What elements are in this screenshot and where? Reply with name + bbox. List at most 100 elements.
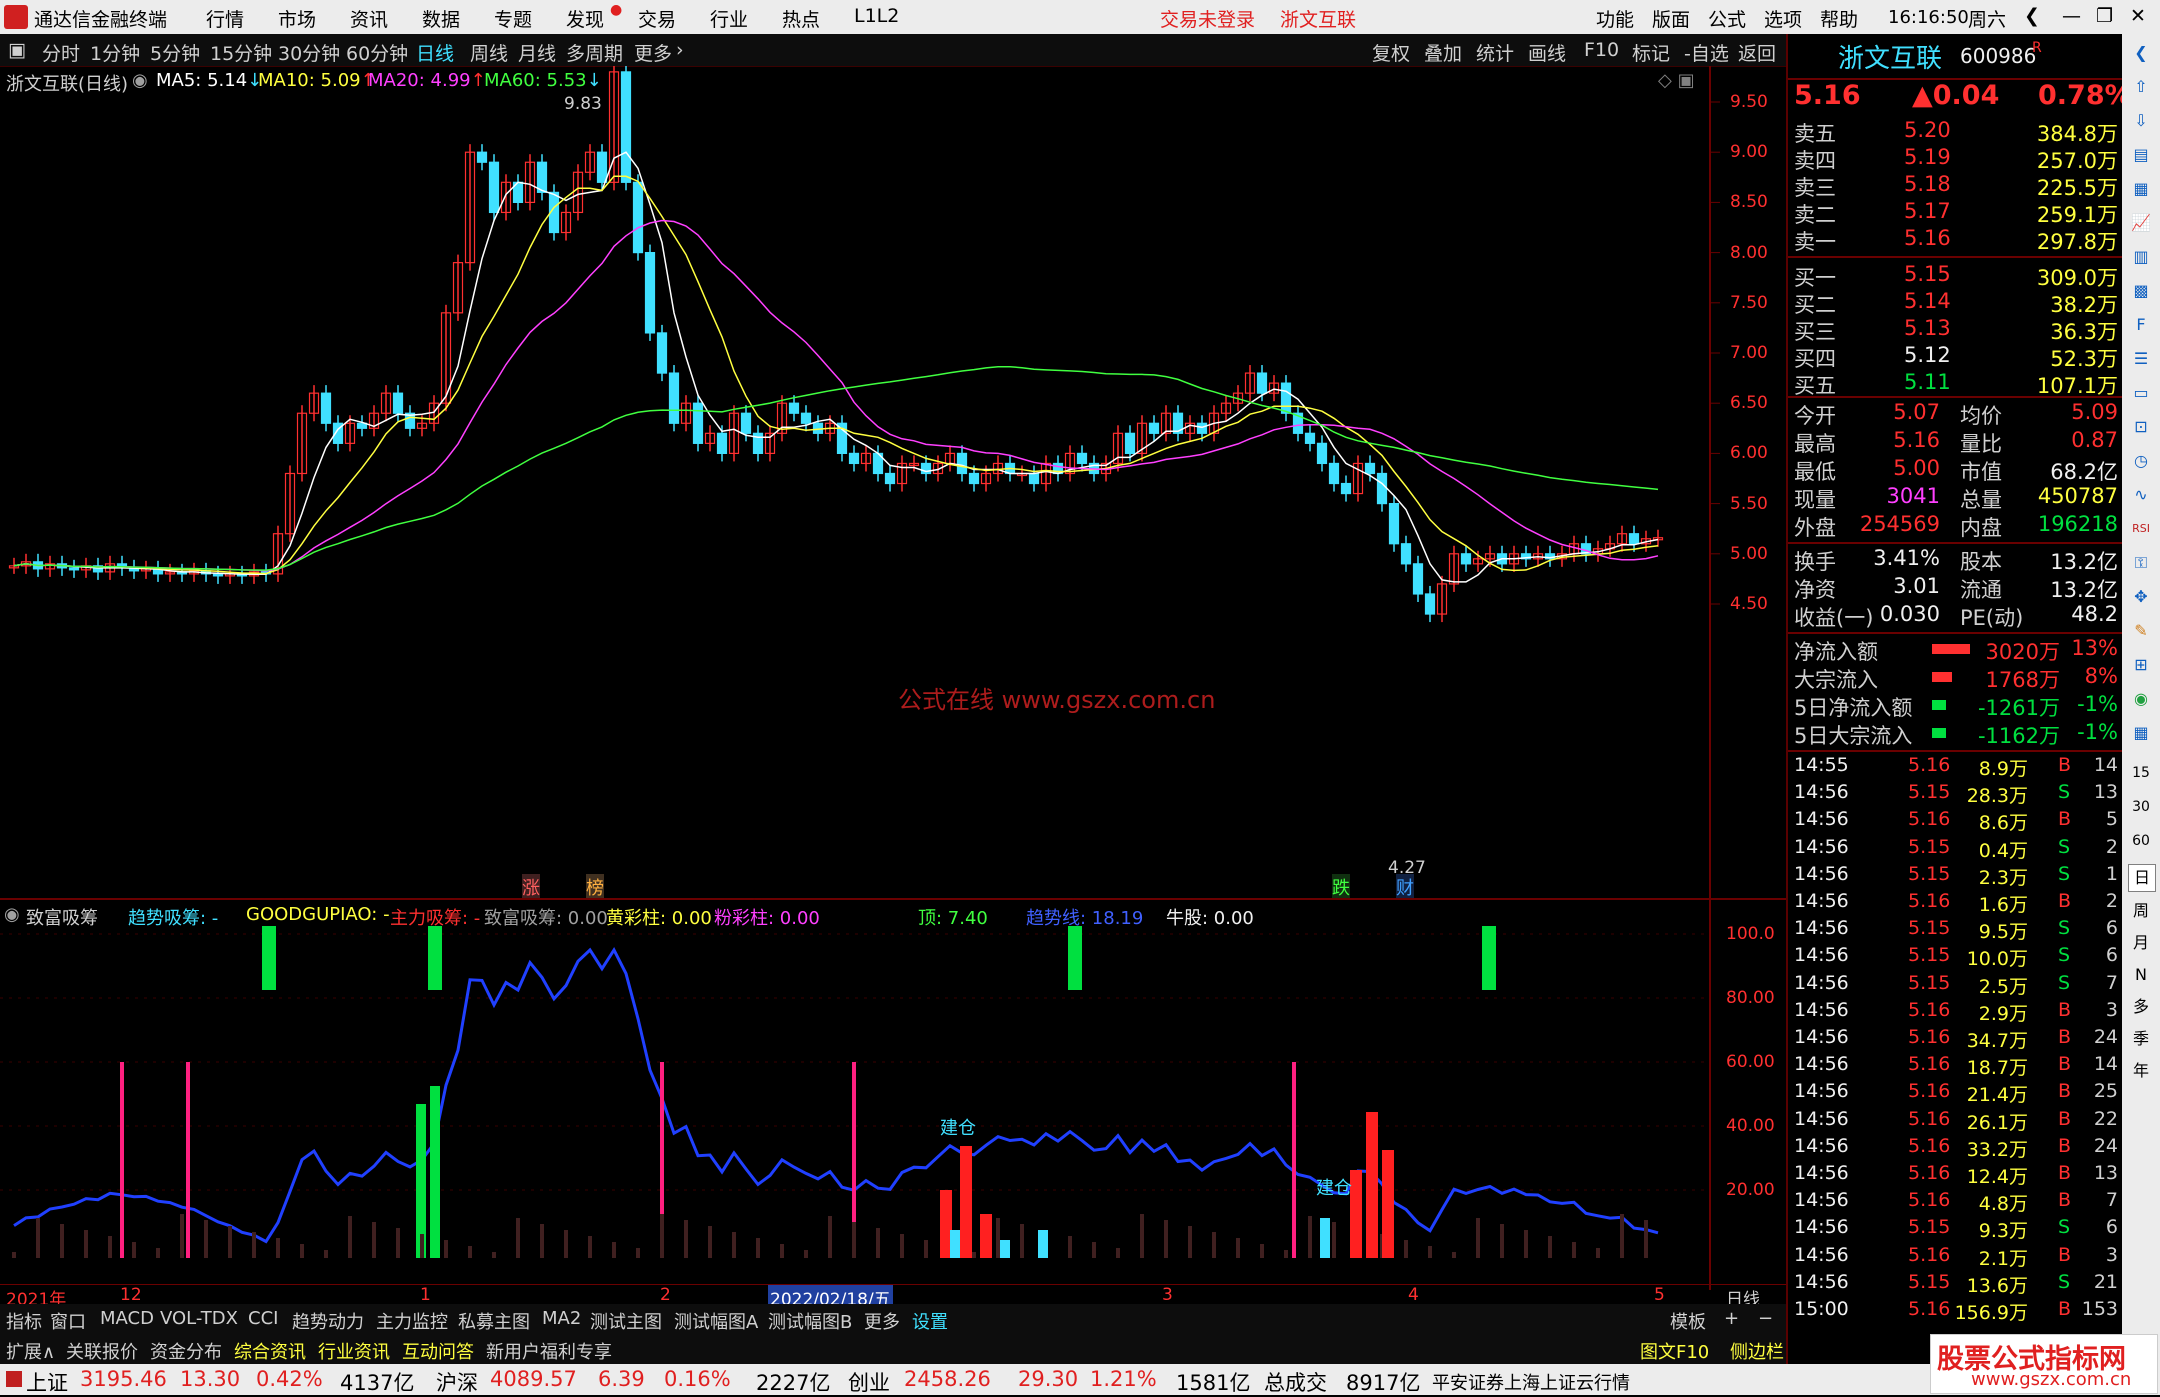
green-icon[interactable]: ◉ xyxy=(2128,686,2154,712)
template-button[interactable]: 模板 xyxy=(1670,1308,1706,1334)
tab-window[interactable]: 窗口 xyxy=(50,1308,86,1334)
ask-row[interactable]: 卖三 5.18 225.5万 xyxy=(1794,172,2118,200)
restore-icon[interactable]: ❐ xyxy=(2096,5,2113,27)
grid-icon[interactable]: ▩ xyxy=(2128,278,2154,304)
menu-topic[interactable]: 专题 xyxy=(494,5,532,32)
menu-hot[interactable]: 热点 xyxy=(782,5,820,32)
btn-f10[interactable]: F10 xyxy=(1584,39,1619,61)
tab-trend-power[interactable]: 趋势动力 xyxy=(292,1308,364,1334)
chart-options-icon[interactable]: ◇ ▣ xyxy=(1658,70,1695,91)
period-15[interactable]: 15 xyxy=(2128,760,2154,786)
btn-draw[interactable]: 画线 xyxy=(1528,39,1566,66)
idx-cy-name[interactable]: 创业 xyxy=(848,1367,890,1397)
idx-sh-name[interactable]: 上证 xyxy=(26,1367,68,1397)
indicator-chart[interactable] xyxy=(0,900,1786,1290)
arrow-down-icon[interactable]: ⇩ xyxy=(2128,108,2154,134)
ext-fund-distribution[interactable]: 资金分布 xyxy=(150,1338,222,1364)
event-tag-board[interactable]: 榜 xyxy=(586,874,604,900)
tab-indicator[interactable]: 指标 xyxy=(6,1308,42,1334)
arrow-up-icon[interactable]: ⇧ xyxy=(2128,74,2154,100)
ma-settings-icon[interactable]: ◉ xyxy=(132,70,148,91)
fund-icon[interactable]: ⊡ xyxy=(2128,414,2154,440)
ext-f10-graphic[interactable]: 图文F10 xyxy=(1640,1338,1709,1364)
more-chevron-icon[interactable]: › xyxy=(676,39,684,61)
tab-vol-tdx[interactable]: VOL-TDX xyxy=(160,1308,238,1329)
period-week[interactable]: 周线 xyxy=(470,39,508,66)
period-60[interactable]: 60 xyxy=(2128,828,2154,854)
period-1min[interactable]: 1分钟 xyxy=(90,39,140,66)
menu-news[interactable]: 资讯 xyxy=(350,5,388,32)
period-60min[interactable]: 60分钟 xyxy=(346,39,408,66)
period-multi[interactable]: 多周期 xyxy=(566,39,623,66)
add-pane-button[interactable]: + xyxy=(1724,1308,1739,1329)
bid-row[interactable]: 买四 5.12 52.3万 xyxy=(1794,343,2118,371)
bid-row[interactable]: 买一 5.15 309.0万 xyxy=(1794,262,2118,290)
menu-trade[interactable]: 交易 xyxy=(638,5,676,32)
sidebar-toggle-icon[interactable]: ▣ xyxy=(8,39,26,61)
pen-icon[interactable]: ✎ xyxy=(2128,618,2154,644)
candle-icon[interactable]: ▥ xyxy=(2128,244,2154,270)
tab-main-monitor[interactable]: 主力监控 xyxy=(376,1308,448,1334)
btn-restore-rights[interactable]: 复权 xyxy=(1372,39,1410,66)
period-intraday[interactable]: 分时 xyxy=(42,39,80,66)
stats-icon[interactable]: ⊞ xyxy=(2128,652,2154,678)
ask-row[interactable]: 卖四 5.19 257.0万 xyxy=(1794,145,2118,173)
tab-test-sub-a[interactable]: 测试幅图A xyxy=(674,1308,758,1334)
menu-discover[interactable]: 发现 xyxy=(566,5,604,32)
rsi-icon[interactable]: RSI xyxy=(2128,516,2154,542)
ext-qa[interactable]: 互动问答 xyxy=(402,1338,474,1364)
chart2-icon[interactable]: ▦ xyxy=(2128,720,2154,746)
btn-statistics[interactable]: 统计 xyxy=(1476,39,1514,66)
table-icon[interactable]: ▦ xyxy=(2128,176,2154,202)
event-tag-rise[interactable]: 涨 xyxy=(522,874,540,900)
tab-more[interactable]: 更多 xyxy=(864,1308,900,1334)
tab-private-main[interactable]: 私募主图 xyxy=(458,1308,530,1334)
tab-test-sub-b[interactable]: 测试幅图B xyxy=(768,1308,852,1334)
btn-overlay[interactable]: 叠加 xyxy=(1424,39,1462,66)
period-15min[interactable]: 15分钟 xyxy=(210,39,272,66)
bid-row[interactable]: 买三 5.13 36.3万 xyxy=(1794,316,2118,344)
bid-row[interactable]: 买五 5.11 107.1万 xyxy=(1794,370,2118,398)
period-year-strip[interactable]: 年 xyxy=(2128,1058,2154,1084)
tab-settings[interactable]: 设置 xyxy=(912,1308,948,1334)
btn-remove-favorite[interactable]: -自选 xyxy=(1684,39,1729,66)
ext-new-user-bonus[interactable]: 新用户福利专享 xyxy=(486,1338,612,1364)
indicator-settings-icon[interactable]: ◉ xyxy=(4,904,20,925)
line-chart-icon[interactable]: 📈 xyxy=(2128,210,2154,236)
indicator-name[interactable]: 致富吸筹 xyxy=(26,904,98,930)
ask-row[interactable]: 卖五 5.20 384.8万 xyxy=(1794,118,2118,146)
period-30min[interactable]: 30分钟 xyxy=(278,39,340,66)
menu-data[interactable]: 数据 xyxy=(422,5,460,32)
ext-general-news[interactable]: 综合资讯 xyxy=(234,1338,306,1364)
btn-mark[interactable]: 标记 xyxy=(1632,39,1670,66)
remove-pane-button[interactable]: − xyxy=(1758,1308,1773,1329)
bid-row[interactable]: 买二 5.14 38.2万 xyxy=(1794,289,2118,317)
candlestick-chart[interactable] xyxy=(0,66,1786,898)
collapse-icon[interactable]: ❮ xyxy=(2128,40,2154,66)
report-icon[interactable]: ▤ xyxy=(2128,142,2154,168)
ask-row[interactable]: 卖一 5.16 297.8万 xyxy=(1794,226,2118,254)
event-tag-finance[interactable]: 财 xyxy=(1396,874,1414,900)
period-more[interactable]: 更多 xyxy=(634,39,672,66)
main-chart-panel[interactable]: 浙文互联(日线) ◉ MA5: 5.14↓ MA10: 5.09↑ MA20: … xyxy=(0,66,1786,900)
ask-row[interactable]: 卖二 5.17 259.1万 xyxy=(1794,199,2118,227)
menu-l1l2[interactable]: L1L2 xyxy=(854,5,899,27)
tab-test-main[interactable]: 测试主图 xyxy=(590,1308,662,1334)
period-n-strip[interactable]: N xyxy=(2128,962,2154,988)
ext-industry-news[interactable]: 行业资讯 xyxy=(318,1338,390,1364)
f10-icon[interactable]: F xyxy=(2128,312,2154,338)
period-5min[interactable]: 5分钟 xyxy=(150,39,200,66)
period-week-strip[interactable]: 周 xyxy=(2128,898,2154,924)
period-day[interactable]: 日线 xyxy=(416,39,454,66)
period-multi-strip[interactable]: 多 xyxy=(2128,994,2154,1020)
move-icon[interactable]: ✥ xyxy=(2128,584,2154,610)
list-icon[interactable]: ☰ xyxy=(2128,346,2154,372)
ext-expand[interactable]: 扩展∧ xyxy=(6,1338,55,1364)
period-30[interactable]: 30 xyxy=(2128,794,2154,820)
menu-options[interactable]: 选项 xyxy=(1764,5,1802,32)
close-icon[interactable]: ✕ xyxy=(2130,5,2146,27)
idx-hs-name[interactable]: 沪深 xyxy=(436,1367,478,1397)
menu-layout[interactable]: 版面 xyxy=(1652,5,1690,32)
tab-cci[interactable]: CCI xyxy=(248,1308,278,1329)
btn-back[interactable]: 返回 xyxy=(1738,39,1776,66)
